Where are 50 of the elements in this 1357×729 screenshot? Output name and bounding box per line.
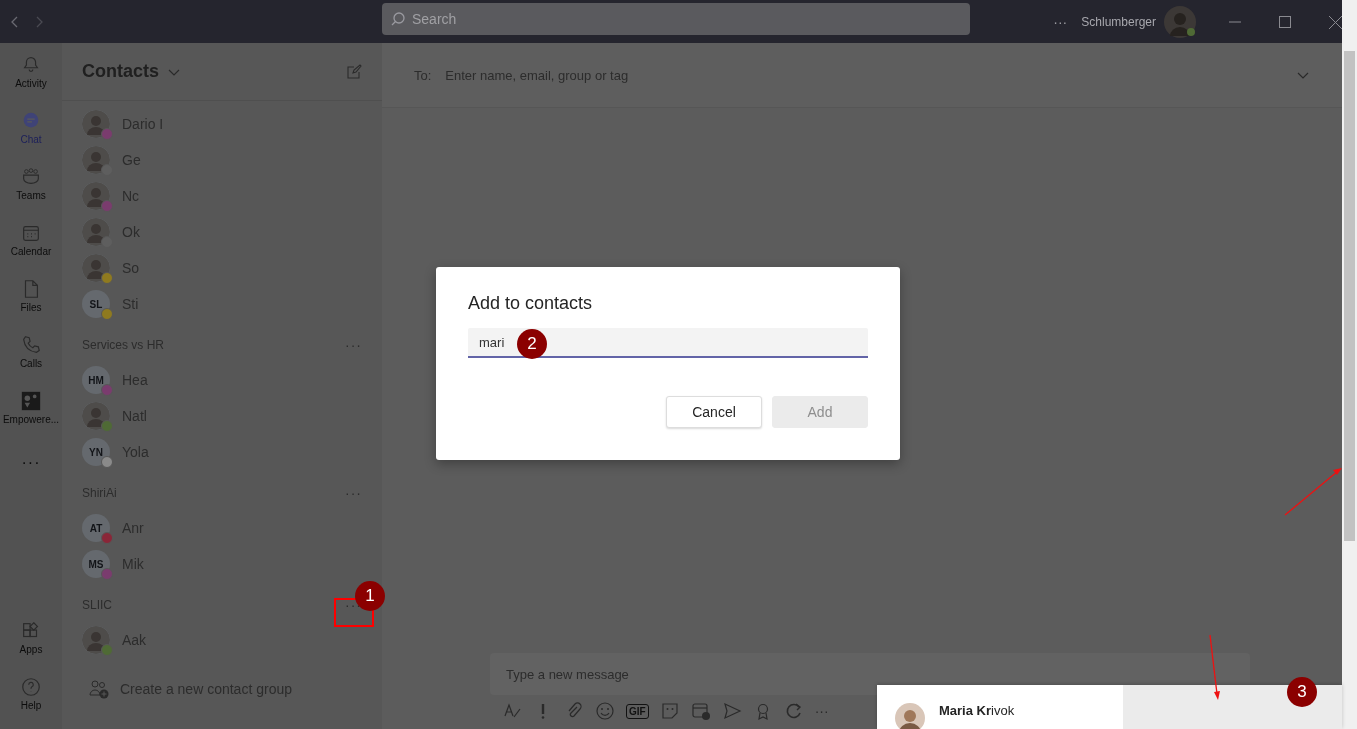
avatar-initials: MS bbox=[82, 550, 110, 578]
rail-item[interactable]: Activity bbox=[0, 43, 62, 99]
avatar-icon bbox=[82, 254, 110, 282]
avatar-icon bbox=[82, 146, 110, 174]
app-icon bbox=[20, 389, 42, 412]
rail-item[interactable]: Help bbox=[0, 665, 62, 721]
avatar-icon bbox=[82, 402, 110, 430]
more-button[interactable]: ··· bbox=[345, 485, 362, 501]
maximize-icon[interactable] bbox=[1277, 13, 1293, 30]
rail-item[interactable]: ··· bbox=[0, 435, 62, 491]
dialog-title: Add to contacts bbox=[468, 293, 594, 314]
send-icon[interactable] bbox=[721, 701, 742, 721]
sticker-icon[interactable] bbox=[659, 701, 680, 721]
avatar-initials: AT bbox=[82, 514, 110, 542]
avatar-icon bbox=[82, 626, 110, 654]
rail-item[interactable]: Teams bbox=[0, 155, 62, 211]
step-marker: 3 bbox=[1287, 677, 1317, 707]
search-icon bbox=[390, 11, 406, 27]
more-button[interactable]: ··· bbox=[1053, 13, 1068, 30]
avatar-initials: HM bbox=[82, 366, 110, 394]
avatar-icon[interactable] bbox=[1164, 5, 1196, 38]
add-people-icon bbox=[88, 678, 110, 700]
annotation-arrow bbox=[1209, 634, 1220, 700]
close-icon[interactable] bbox=[1327, 13, 1342, 30]
emoji-icon[interactable] bbox=[595, 701, 615, 721]
avatar-initials: YN bbox=[82, 438, 110, 466]
compose-icon[interactable] bbox=[346, 63, 362, 80]
panel-title: Contacts bbox=[82, 61, 159, 82]
rail-item[interactable]: Empowere... bbox=[0, 379, 62, 435]
cancel-button[interactable]: Cancel bbox=[666, 396, 762, 428]
organization-name: Schlumberger bbox=[1081, 14, 1156, 29]
more-button[interactable]: ··· bbox=[345, 337, 362, 353]
scrollbar-thumb[interactable] bbox=[1344, 51, 1355, 541]
gif-button[interactable]: GIF bbox=[626, 703, 649, 719]
rail-item[interactable]: Calls bbox=[0, 323, 62, 379]
rail-item[interactable]: Files bbox=[0, 267, 62, 323]
avatar-icon bbox=[895, 703, 925, 729]
rail-item[interactable]: Apps bbox=[0, 609, 62, 665]
suggestion-name[interactable]: Maria Krivok bbox=[939, 703, 1023, 729]
search-field[interactable]: Search bbox=[382, 3, 970, 35]
avatar-icon bbox=[82, 182, 110, 210]
avatar-initials: SL bbox=[82, 290, 110, 318]
avatar-icon bbox=[82, 110, 110, 138]
more-button[interactable]: ··· bbox=[814, 703, 829, 719]
avatar-icon bbox=[82, 218, 110, 246]
annotation-arrow bbox=[1284, 468, 1342, 516]
rail-item[interactable]: Calendar bbox=[0, 211, 62, 267]
schedule-meeting-icon[interactable] bbox=[690, 701, 711, 721]
phone-icon bbox=[20, 333, 42, 356]
help-icon bbox=[20, 675, 42, 698]
